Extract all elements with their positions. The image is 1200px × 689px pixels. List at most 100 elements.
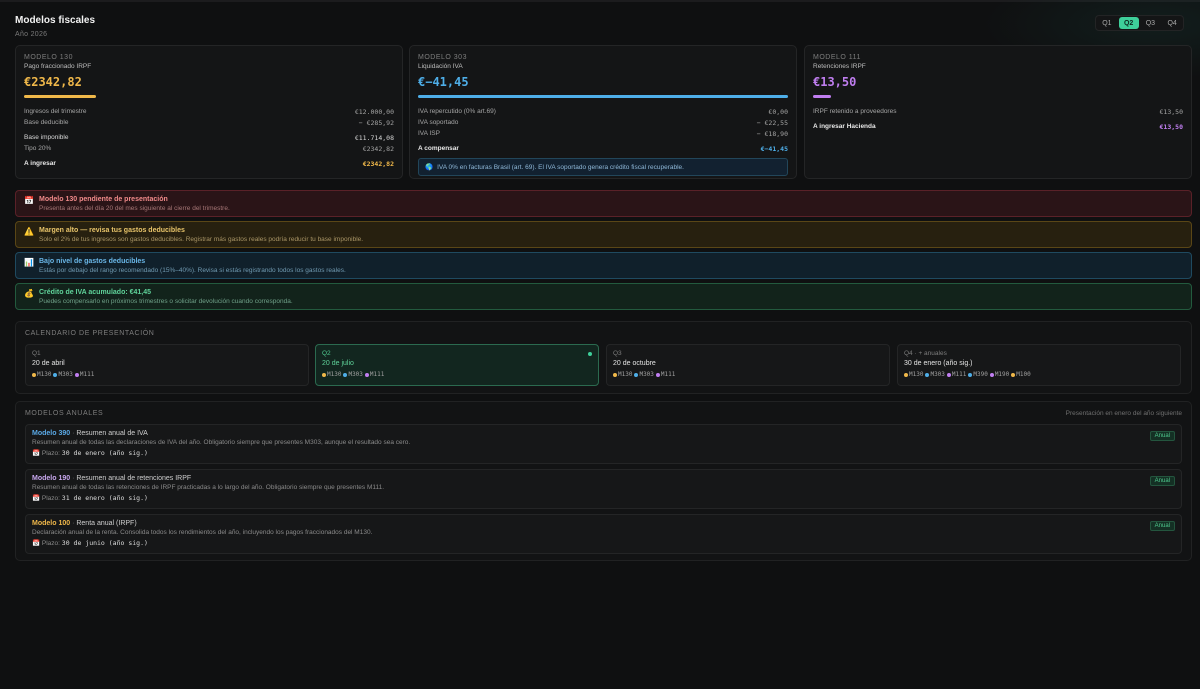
model-tag: M111 — [946, 371, 966, 378]
annual-plazo: 📅 Plazo: 31 de enero (año sig.) — [32, 494, 148, 502]
cal-date: 20 de julio — [322, 360, 354, 367]
alert-description: Estás por debajo del rango recomendado (… — [39, 267, 346, 274]
calendar-cell-q3[interactable]: Q3 20 de octubre M130 M303 M111 — [606, 344, 890, 386]
model-tag: M190 — [989, 371, 1009, 378]
calendar-cell-q4[interactable]: Q4 · + anuales 30 de enero (año sig.) M1… — [897, 344, 1181, 386]
cal-quarter: Q1 — [32, 350, 41, 357]
card-subtitle: Retenciones IRPF — [813, 63, 866, 70]
row-base-deducible: Base deducible − €285,92 — [24, 118, 394, 127]
cal-quarter: Q2 — [322, 350, 331, 357]
cal-models: M130 M303 M111 M390 M190 M100 — [904, 371, 1174, 378]
annual-item-190: Modelo 190 · Resumen anual de retencione… — [25, 469, 1182, 509]
model-tag: M303 — [634, 371, 654, 378]
cal-date: 20 de octubre — [613, 360, 656, 367]
model-tag: M303 — [343, 371, 363, 378]
info-note-text: IVA 0% en facturas Brasil (art. 69). El … — [437, 163, 684, 171]
annual-model-name: Renta anual (IRPF) — [76, 520, 137, 527]
alert-title: Margen alto — revisa tus gastos deducibl… — [39, 227, 185, 234]
cal-models: M130 M303 M111 — [613, 371, 883, 378]
calendar-icon: 📅 — [24, 196, 34, 205]
card-amount: €−41,45 — [418, 75, 469, 89]
annual-models-section: MODELOS ANUALES Presentación en enero de… — [15, 401, 1192, 561]
model-tag: M130 — [322, 371, 341, 378]
alert-title: Modelo 130 pendiente de presentación — [39, 196, 168, 203]
annual-item-header: Modelo 390 · Resumen anual de IVA — [32, 430, 148, 437]
card-amount: €2342,82 — [24, 75, 82, 89]
calendar-section: CALENDARIO DE PRESENTACIÓN Q1 20 de abri… — [15, 321, 1192, 394]
annual-model-name: Resumen anual de retenciones IRPF — [76, 475, 192, 482]
quarter-selector: Q1 Q2 Q3 Q4 — [1095, 15, 1184, 31]
card-kicker: MODELO 111 — [813, 54, 861, 61]
model-tag: M130 — [613, 371, 632, 378]
annual-model-code: Modelo 390 — [32, 430, 71, 437]
tab-q1[interactable]: Q1 — [1097, 17, 1117, 29]
model-tag: M111 — [655, 371, 675, 378]
alert-description: Presenta antes del día 20 del mes siguie… — [39, 205, 230, 212]
tab-q3[interactable]: Q3 — [1141, 17, 1161, 29]
card-amount: €13,50 — [813, 75, 857, 89]
page-header: Modelos fiscales Año 2026 — [15, 15, 95, 38]
model-tag: M130 — [904, 371, 923, 378]
row-base-imponible: Base imponible €11.714,08 — [24, 133, 394, 142]
warning-icon: ⚠️ — [24, 227, 34, 236]
money-bag-icon: 💰 — [24, 289, 34, 298]
row-ingresos: Ingresos del trimestre €12.000,00 — [24, 107, 394, 116]
card-modelo-111: MODELO 111 Retenciones IRPF €13,50 IRPF … — [804, 45, 1192, 179]
card-kicker: MODELO 130 — [24, 54, 73, 61]
row-a-ingresar-hacienda: A ingresar Hacienda €13,50 — [813, 122, 1183, 131]
annual-model-desc: Resumen anual de todas las retenciones d… — [32, 484, 385, 491]
model-tag: M303 — [925, 371, 945, 378]
card-progress-bar — [418, 95, 788, 98]
annual-plazo: 📅 Plazo: 30 de junio (año sig.) — [32, 539, 148, 547]
card-subtitle: Pago fraccionado IRPF — [24, 63, 92, 70]
row-iva-repercutido: IVA repercutido (0% art.69) €0,00 — [418, 107, 788, 116]
card-modelo-303: MODELO 303 Liquidación IVA €−41,45 IVA r… — [409, 45, 797, 179]
current-quarter-indicator — [588, 352, 592, 356]
alert-title: Crédito de IVA acumulado: €41,45 — [39, 289, 152, 296]
cal-date: 20 de abril — [32, 360, 65, 367]
iva-info-note: 🌎 IVA 0% en facturas Brasil (art. 69). E… — [418, 158, 788, 176]
annual-item-100: Modelo 100 · Renta anual (IRPF) Declarac… — [25, 514, 1182, 554]
alert-title: Bajo nivel de gastos deducibles — [39, 258, 146, 265]
card-subtitle: Liquidación IVA — [418, 63, 463, 70]
alert-modelo-130-pendiente: 📅 Modelo 130 pendiente de presentación P… — [15, 190, 1192, 217]
calendar-cell-q1[interactable]: Q1 20 de abril M130 M303 M111 — [25, 344, 309, 386]
card-rows: IRPF retenido a proveedores €13,50 A ingr… — [813, 106, 1183, 132]
model-tag: M130 — [32, 371, 51, 378]
tab-q2[interactable]: Q2 — [1118, 17, 1139, 29]
model-tag: M100 — [1011, 371, 1031, 378]
card-progress-bar — [813, 95, 831, 98]
calendar-icon: 📅 — [32, 450, 41, 457]
row-iva-isp: IVA ISP − €18,90 — [418, 129, 788, 138]
calendar-icon: 📅 — [32, 540, 41, 547]
model-tag: M303 — [53, 371, 73, 378]
calendar-title: CALENDARIO DE PRESENTACIÓN — [25, 330, 155, 337]
calendar-icon: 📅 — [32, 495, 41, 502]
calendar-cell-q2[interactable]: Q2 20 de julio M130 M303 M111 — [315, 344, 599, 386]
annual-badge: Anual — [1149, 431, 1175, 441]
cal-quarter: Q3 — [613, 350, 622, 357]
card-progress-bar — [24, 95, 96, 98]
tab-q4[interactable]: Q4 — [1162, 17, 1182, 29]
annual-item-header: Modelo 190 · Resumen anual de retencione… — [32, 475, 192, 482]
annual-item-header: Modelo 100 · Renta anual (IRPF) — [32, 520, 137, 527]
annual-badge: Anual — [1149, 476, 1175, 486]
annual-model-desc: Declaración anual de la renta. Consolida… — [32, 529, 373, 536]
model-tag: M390 — [968, 371, 988, 378]
cal-models: M130 M303 M111 — [32, 371, 302, 378]
annual-model-name: Resumen anual de IVA — [76, 430, 148, 437]
alert-description: Puedes compensarlo en próximos trimestre… — [39, 298, 293, 305]
globe-icon: 🌎 — [425, 164, 434, 171]
annual-plazo: 📅 Plazo: 30 de enero (año sig.) — [32, 449, 148, 457]
alert-margen-alto: ⚠️ Margen alto — revisa tus gastos deduc… — [15, 221, 1192, 248]
card-kicker: MODELO 303 — [418, 54, 467, 61]
card-rows: IVA repercutido (0% art.69) €0,00 IVA sop… — [418, 106, 788, 154]
row-iva-soportado: IVA soportado − €22,55 — [418, 118, 788, 127]
page-title: Modelos fiscales — [15, 15, 96, 26]
cal-quarter: Q4 · + anuales — [904, 350, 947, 357]
annual-title: MODELOS ANUALES — [25, 410, 104, 417]
model-tag: M111 — [74, 371, 94, 378]
annual-badge: Anual — [1149, 521, 1175, 531]
alert-bajo-gastos: 📊 Bajo nivel de gastos deducibles Estás … — [15, 252, 1192, 279]
annual-hint: Presentación en enero del año siguiente — [1065, 410, 1182, 417]
